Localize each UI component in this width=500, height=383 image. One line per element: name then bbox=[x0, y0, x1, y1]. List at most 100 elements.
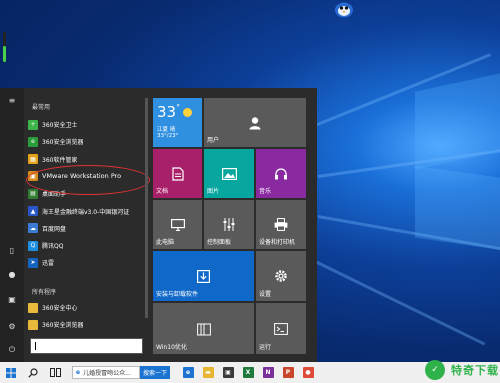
list-item-label: 腾讯QQ bbox=[42, 243, 64, 251]
list-item-label: 360安全浏览器 bbox=[42, 139, 84, 147]
gear-icon[interactable]: ⚙ bbox=[6, 320, 18, 332]
list-item-label: 360安全中心 bbox=[42, 305, 78, 312]
install-tile[interactable]: 安装与卸载软件 bbox=[153, 251, 254, 301]
weather-city: 江夏 晴 bbox=[157, 127, 176, 133]
edge-small-icon: e bbox=[76, 369, 81, 376]
list-item-label: 360安全卫士 bbox=[42, 122, 78, 129]
user-icon bbox=[204, 98, 306, 147]
sun-icon bbox=[183, 108, 192, 117]
hamburger-icon[interactable]: ≡ bbox=[6, 94, 18, 106]
list-item[interactable]: 360安全浏览器 bbox=[28, 318, 142, 331]
weather-temp: 33° bbox=[157, 103, 180, 121]
user-icon[interactable]: ● bbox=[6, 268, 18, 280]
text-caret bbox=[35, 342, 36, 350]
music-tile[interactable]: 音乐 bbox=[256, 149, 306, 198]
watermark-logo-icon: ✓ bbox=[425, 360, 445, 380]
list-item[interactable]: ▦ 360软件管家 bbox=[28, 153, 142, 166]
user-tile-label: 用户 bbox=[207, 137, 220, 144]
list-item[interactable]: ▲ 海王星金融终端v3.0-中国银河证 bbox=[28, 205, 142, 218]
search-input[interactable] bbox=[30, 338, 143, 354]
run-tile[interactable]: 运行 bbox=[256, 303, 306, 354]
most-used-heading: 最常用 bbox=[32, 104, 51, 111]
weather-degree: ° bbox=[176, 103, 181, 112]
start-rail: ≡ ▯ ● ▣ ⚙ ⏻ bbox=[0, 88, 24, 362]
powerpoint-icon-glyph: P bbox=[282, 367, 294, 378]
onenote-icon-glyph: N bbox=[262, 367, 274, 378]
thunder-icon: ➤ bbox=[28, 257, 38, 268]
documents-tile[interactable]: 文档 bbox=[153, 149, 202, 198]
search-button[interactable]: 搜索一下 bbox=[140, 366, 170, 379]
this-pc-tile-label: 此电脑 bbox=[156, 239, 175, 246]
highlight-circle bbox=[26, 165, 150, 195]
settings-tile[interactable]: 设置 bbox=[256, 251, 306, 301]
edge-icon[interactable]: e bbox=[178, 362, 198, 383]
onenote-icon[interactable]: N bbox=[258, 362, 278, 383]
excel-icon[interactable]: X bbox=[238, 362, 258, 383]
chrome-icon-glyph: ● bbox=[302, 367, 314, 378]
address-search-field[interactable]: e 儿婚授冒吻公众... bbox=[72, 366, 140, 379]
documents-tile-label: 文档 bbox=[156, 188, 169, 195]
file-explorer-icon[interactable]: ▬ bbox=[198, 362, 218, 383]
win10-tile[interactable]: Win10优化 bbox=[153, 303, 254, 354]
watermark: ✓ 特奇下载 bbox=[425, 360, 499, 380]
pictures-tile[interactable]: 图片 bbox=[204, 149, 254, 198]
list-item-label: 海王星金融终端v3.0-中国银河证 bbox=[42, 208, 130, 216]
list-item[interactable]: Q 腾讯QQ bbox=[28, 239, 142, 252]
list-item-label: 360软件管家 bbox=[42, 156, 78, 164]
chrome-icon[interactable]: ● bbox=[298, 362, 318, 383]
scrollbar[interactable] bbox=[145, 98, 148, 318]
list-item[interactable]: e 360安全浏览器 bbox=[28, 135, 142, 148]
control-panel-tile-label: 控制面板 bbox=[207, 239, 232, 246]
settings-tile-label: 设置 bbox=[259, 291, 272, 298]
window-pane bbox=[415, 165, 500, 251]
weather-tile[interactable]: 33° 江夏 晴 33°/23° bbox=[153, 98, 202, 147]
list-item-label: 迅雷 bbox=[42, 260, 55, 268]
edge-icon-glyph: e bbox=[182, 367, 194, 378]
taskview-icon[interactable] bbox=[44, 362, 66, 383]
devices-tile[interactable]: 设备和打印机 bbox=[256, 200, 306, 249]
folder-icon bbox=[28, 302, 38, 313]
grid-icon: ▦ bbox=[28, 154, 38, 165]
run-tile-label: 运行 bbox=[259, 344, 272, 351]
devices-tile-label: 设备和打印机 bbox=[259, 239, 296, 246]
file-explorer-icon-glyph: ▬ bbox=[202, 367, 214, 378]
power-icon[interactable]: ⏻ bbox=[6, 344, 18, 356]
folder-icon bbox=[28, 319, 38, 330]
list-item[interactable]: 360安全中心 bbox=[28, 301, 142, 314]
list-item[interactable]: ☁ 百度网盘 bbox=[28, 222, 142, 235]
watermark-text: 特奇下载 bbox=[451, 364, 499, 377]
taskbar-apps: e ▬ ▣ X N P ● bbox=[178, 362, 318, 383]
windows-icon[interactable] bbox=[0, 362, 22, 383]
window-pane bbox=[415, 72, 500, 170]
picture-icon[interactable]: ▣ bbox=[6, 293, 18, 305]
finance-icon: ▲ bbox=[28, 206, 38, 216]
qq-icon: Q bbox=[28, 240, 38, 251]
desktop-icon: ▤ bbox=[28, 188, 38, 199]
store-icon[interactable]: ▣ bbox=[218, 362, 238, 383]
store-icon-glyph: ▣ bbox=[222, 367, 234, 378]
start-menu: ≡ ▯ ● ▣ ⚙ ⏻ 最常用 +360安全卫士 e 360安全浏览器 ▦ 360软件管… bbox=[0, 88, 317, 362]
penguin-icon[interactable] bbox=[333, 0, 355, 18]
list-item[interactable]: +360安全卫士 bbox=[28, 118, 142, 131]
memory-gauge bbox=[3, 32, 6, 62]
all-apps-heading: 所有程序 bbox=[32, 289, 57, 296]
win10-tile-label: Win10优化 bbox=[156, 344, 187, 351]
address-text: 儿婚授冒吻公众... bbox=[83, 370, 131, 377]
pictures-tile-label: 图片 bbox=[207, 188, 220, 195]
weather-temp-value: 33 bbox=[157, 103, 177, 121]
user-tile[interactable]: 用户 bbox=[204, 98, 306, 147]
powerpoint-icon[interactable]: P bbox=[278, 362, 298, 383]
excel-icon-glyph: X bbox=[242, 367, 254, 378]
light-beam bbox=[304, 255, 486, 346]
weather-range: 33°/23° bbox=[157, 133, 179, 139]
list-item-label: 360安全浏览器 bbox=[42, 322, 84, 329]
control-panel-tile[interactable]: 控制面板 bbox=[204, 200, 254, 249]
tablet-icon[interactable]: ▯ bbox=[6, 244, 18, 256]
music-tile-label: 音乐 bbox=[259, 188, 272, 195]
gauge-fill bbox=[3, 45, 6, 62]
list-item[interactable]: ➤ 迅雷 bbox=[28, 256, 142, 269]
this-pc-tile[interactable]: 此电脑 bbox=[153, 200, 202, 249]
install-tile-label: 安装与卸载软件 bbox=[156, 291, 199, 298]
search-icon[interactable] bbox=[22, 362, 44, 383]
browser-icon: e bbox=[28, 136, 38, 147]
